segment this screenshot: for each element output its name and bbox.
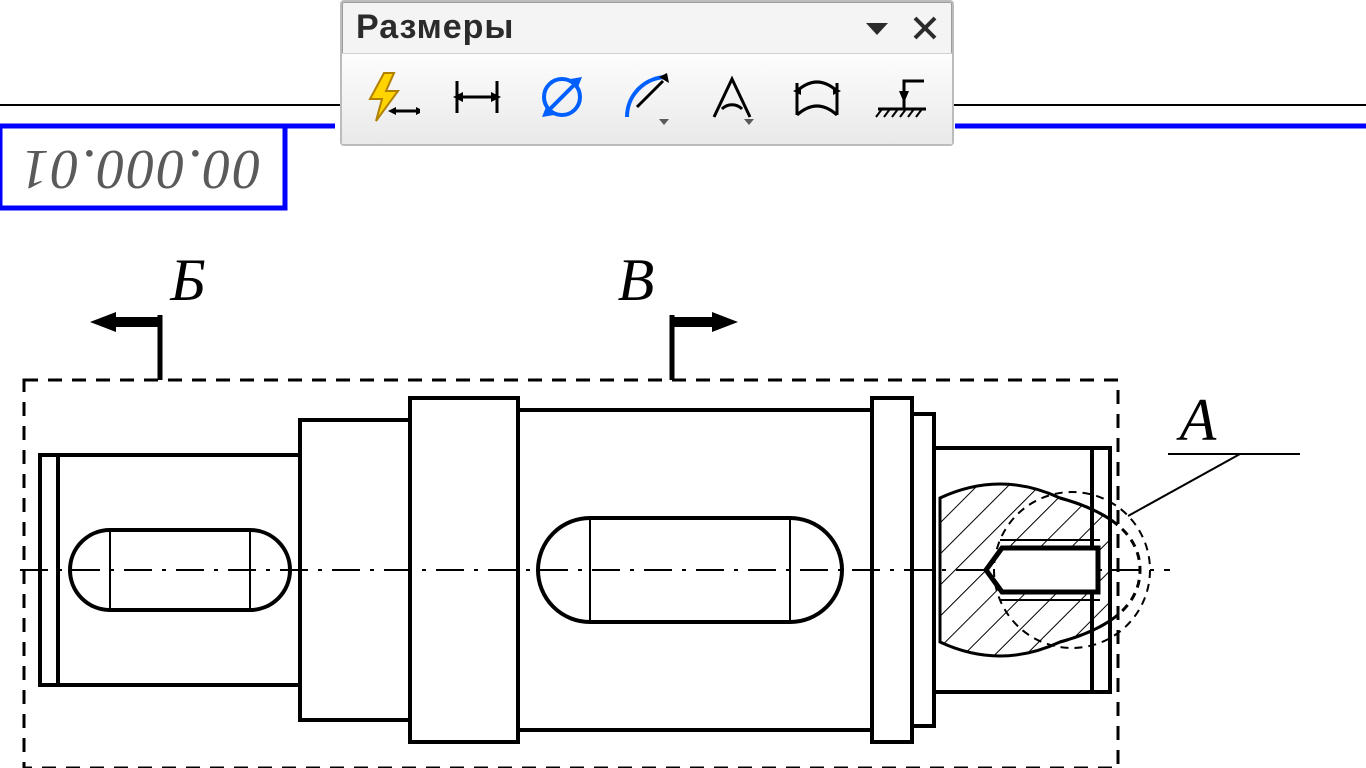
diameter-icon <box>534 69 590 125</box>
close-icon <box>912 15 938 41</box>
toolbar-title-text: Размеры <box>356 8 514 47</box>
angular-dimension-button[interactable] <box>695 64 770 130</box>
section-label-b: Б <box>169 247 205 313</box>
linear-dimension-icon <box>449 69 505 125</box>
arc-length-icon <box>789 69 845 125</box>
auto-dimension-button[interactable] <box>354 64 429 130</box>
dimensions-toolbar[interactable]: Размеры <box>340 0 954 146</box>
arc-dimension-button[interactable] <box>780 64 855 130</box>
detail-label-a: А <box>1176 387 1217 453</box>
section-mark-v: В <box>618 247 738 380</box>
section-label-v: В <box>618 247 655 313</box>
titleblock-tab: 00.000.01 <box>0 126 285 208</box>
toolbar-button-row <box>342 53 952 144</box>
chevron-down-icon <box>864 15 890 41</box>
radial-dimension-icon <box>619 69 675 125</box>
lightning-dimension-icon <box>364 69 420 125</box>
angle-icon <box>704 69 760 125</box>
diameter-dimension-button[interactable] <box>524 64 599 130</box>
linear-dimension-button[interactable] <box>439 64 514 130</box>
section-mark-b: Б <box>90 247 206 380</box>
radial-dimension-button[interactable] <box>609 64 684 130</box>
titleblock-number: 00.000.01 <box>19 138 261 200</box>
toolbar-close-button[interactable] <box>912 15 938 41</box>
toolbar-menu-button[interactable] <box>864 15 890 41</box>
level-mark-icon <box>874 69 930 125</box>
height-dimension-button[interactable] <box>865 64 940 130</box>
toolbar-titlebar[interactable]: Размеры <box>342 2 952 53</box>
